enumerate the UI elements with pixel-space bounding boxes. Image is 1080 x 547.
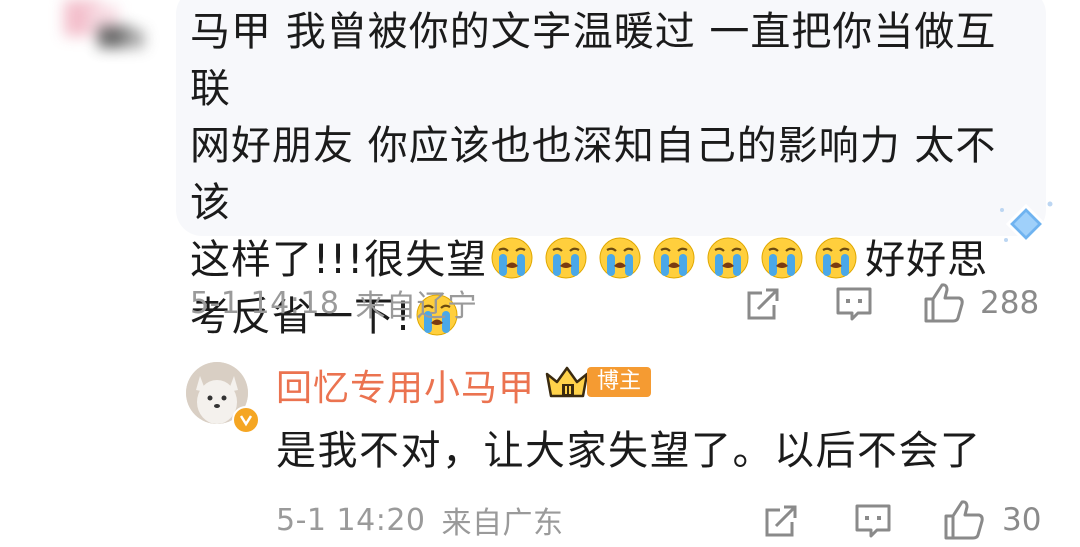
comment-icon: [836, 287, 872, 321]
reply-time: 5-1 14:20: [276, 502, 426, 538]
crying-face-emoji-4: [652, 236, 696, 280]
crying-face-emoji-6: [760, 236, 804, 280]
verified-icon: [232, 406, 260, 434]
comment-reply-button[interactable]: [834, 285, 874, 323]
comment-like-button[interactable]: 288: [922, 281, 1039, 325]
comment-time: 5-1 14:18: [190, 285, 340, 321]
crown-icon: [545, 366, 589, 398]
crying-face-emoji-1: [490, 236, 534, 280]
reply-username[interactable]: 回忆专用小马甲: [276, 359, 535, 411]
thumbs-up-icon: [944, 500, 984, 540]
comment-like-count: 288: [980, 285, 1040, 321]
comment-line-3: 这样了!!!很失望 好好思: [190, 232, 1020, 289]
crying-face-emoji-3: [598, 236, 642, 280]
author-badge: 博主: [543, 364, 652, 400]
comment-meta: 5-1 14:18 来自辽宁: [190, 283, 478, 325]
comment-line-3-tail: 好好思: [865, 237, 989, 283]
reply-meta: 5-1 14:20 来自广东: [276, 500, 564, 542]
comment-location: 来自辽宁: [355, 289, 478, 324]
reply-reply-button[interactable]: [853, 502, 893, 540]
reply-like-count: 30: [1002, 502, 1042, 538]
reply-location: 来自广东: [441, 506, 564, 541]
comment-share-button[interactable]: [744, 285, 782, 323]
reply-like-button[interactable]: 30: [942, 498, 1041, 542]
share-icon: [747, 288, 779, 320]
comment-line-1: 马甲 我曾被你的文字温暖过 一直把你当做互联: [190, 9, 997, 112]
blurred-avatar[interactable]: [58, 0, 150, 52]
diamond-icon: [1000, 201, 1053, 245]
share-icon: [765, 505, 797, 537]
crying-face-emoji-5: [706, 236, 750, 280]
comment-icon: [855, 504, 891, 538]
comment-line-2: 网好朋友 你应该也也深知自己的影响力 太不该: [190, 123, 997, 226]
reply-text: 是我不对，让大家失望了。以后不会了: [276, 428, 982, 474]
comment-line-3-text: 这样了!!!很失望: [190, 237, 488, 283]
thumbs-up-icon: [924, 283, 964, 323]
reply-share-button[interactable]: [762, 502, 800, 540]
author-badge-label: 博主: [587, 367, 652, 397]
crying-face-emoji-2: [544, 236, 588, 280]
crying-face-emoji-7: [814, 236, 858, 280]
